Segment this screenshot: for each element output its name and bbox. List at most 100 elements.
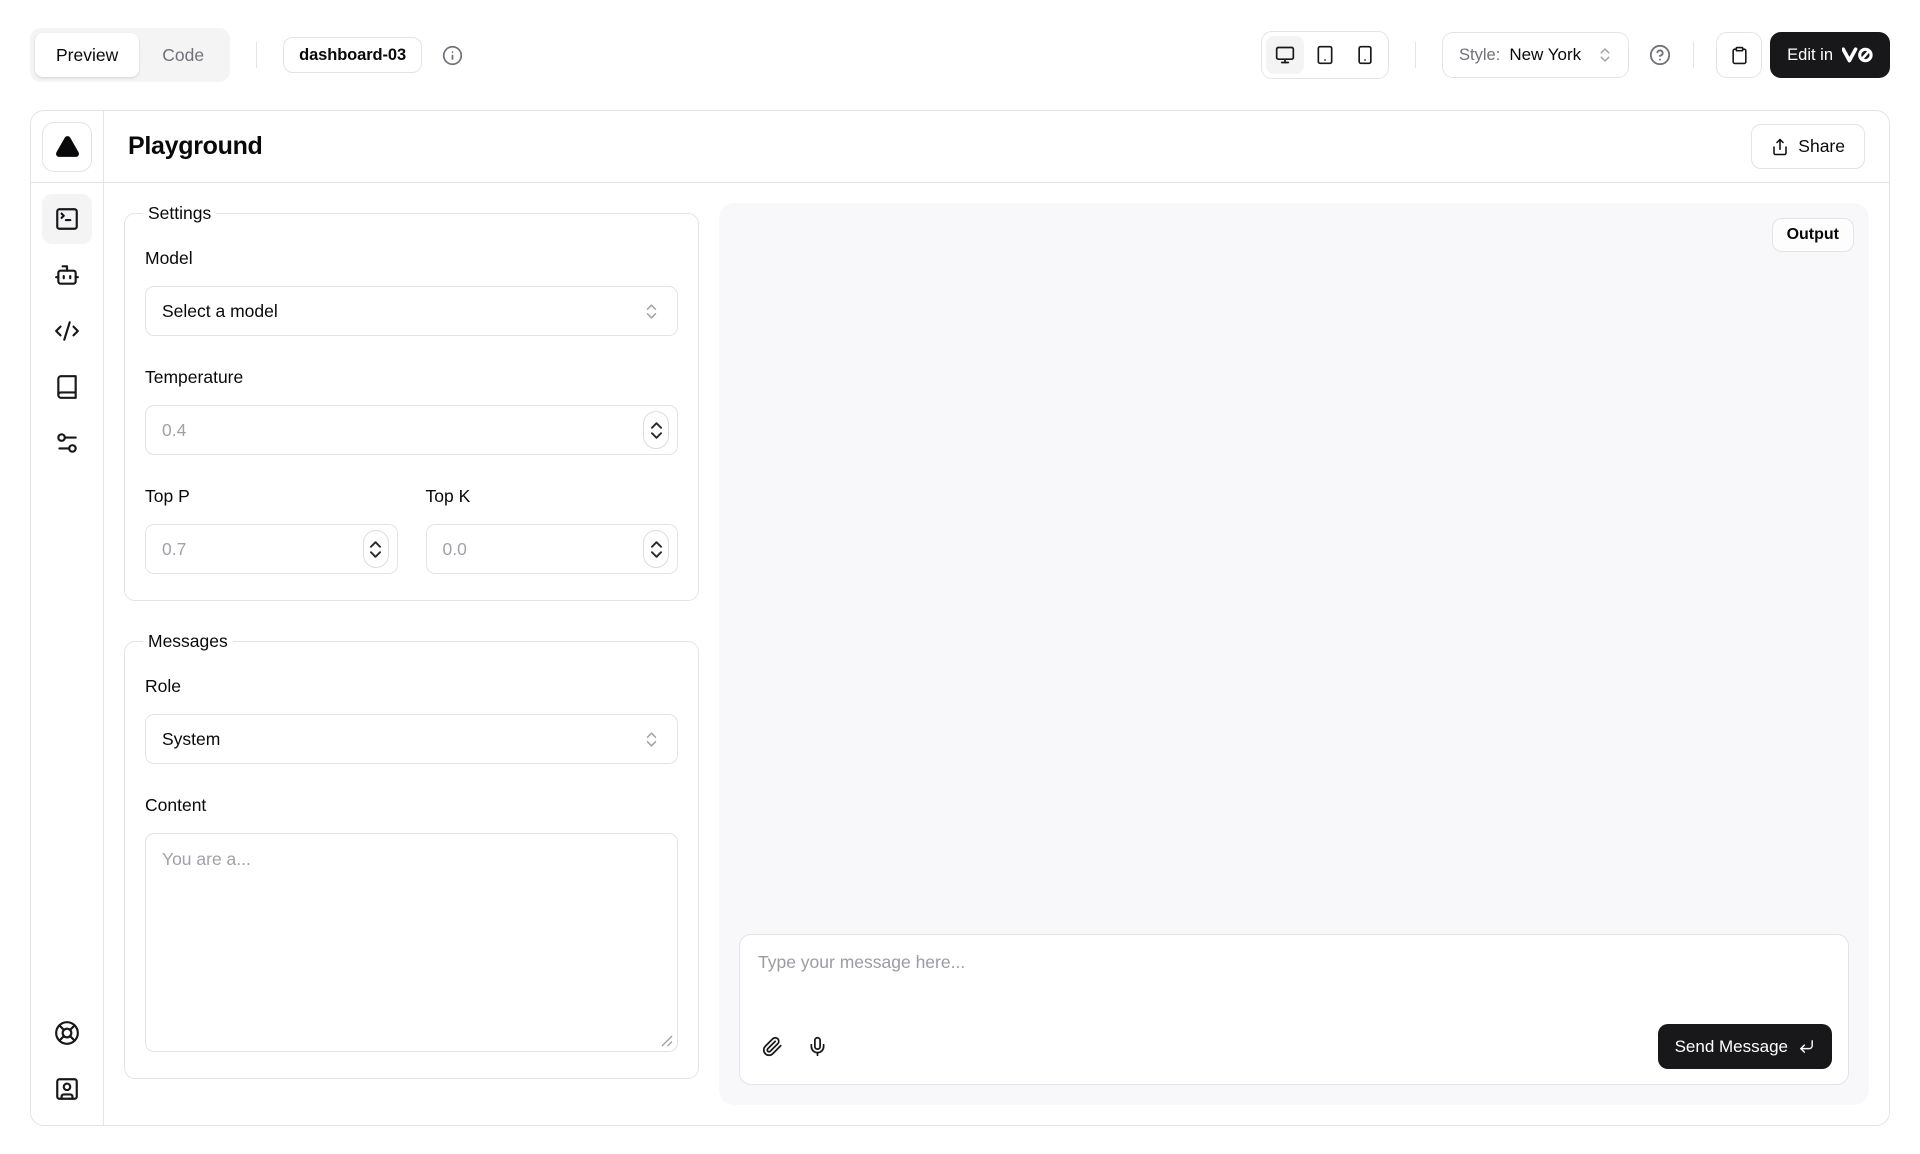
square-terminal-icon	[54, 206, 80, 232]
output-panel: Output	[719, 203, 1869, 1105]
role-field: Role System	[145, 676, 678, 764]
content-field: Content	[145, 795, 678, 1052]
copy-code-button[interactable]	[1716, 32, 1762, 78]
triangle-icon	[55, 134, 80, 159]
model-label: Model	[145, 248, 678, 269]
paperclip-icon	[762, 1036, 783, 1057]
smartphone-icon	[1355, 45, 1375, 65]
model-select-value: Select a model	[162, 301, 278, 322]
tab-code[interactable]: Code	[141, 33, 225, 77]
top-k-label: Top K	[426, 486, 679, 507]
help-button[interactable]	[1649, 44, 1671, 66]
device-desktop-button[interactable]	[1266, 36, 1304, 74]
chevrons-up-down-icon	[642, 302, 661, 321]
separator	[1415, 42, 1416, 68]
temperature-field: Temperature	[145, 367, 678, 455]
block-preview-frame: Playground Share Settings Model Select a…	[30, 110, 1890, 1126]
top-p-input[interactable]	[145, 524, 398, 574]
sidebar-item-help[interactable]	[42, 1008, 92, 1058]
tab-preview[interactable]: Preview	[35, 33, 139, 77]
top-p-top-k-row: Top P Top K	[145, 486, 678, 574]
content-column: Playground Share Settings Model Select a…	[104, 111, 1889, 1125]
messages-legend: Messages	[143, 631, 233, 652]
style-select-label: Style:	[1459, 46, 1500, 65]
send-message-label: Send Message	[1675, 1037, 1788, 1057]
output-badge: Output	[1772, 218, 1854, 252]
device-mobile-button[interactable]	[1346, 36, 1384, 74]
style-select[interactable]: Style: New York	[1442, 32, 1629, 78]
settings-sliders-icon	[54, 430, 80, 456]
role-select-value: System	[162, 729, 220, 750]
microphone-icon	[807, 1036, 828, 1057]
message-input[interactable]	[740, 935, 1848, 1013]
attach-file-button[interactable]	[750, 1024, 795, 1069]
messages-fieldset: Messages Role System Content	[124, 631, 699, 1079]
composer-toolbar: Send Message	[740, 1013, 1848, 1084]
page-header: Playground Share	[104, 111, 1889, 183]
share-button[interactable]: Share	[1751, 124, 1865, 169]
monitor-icon	[1275, 45, 1295, 65]
chevrons-up-down-icon	[1596, 46, 1614, 64]
app-sidebar	[31, 111, 104, 1125]
v0-logo-icon	[1842, 47, 1873, 63]
temperature-label: Temperature	[145, 367, 678, 388]
bot-icon	[54, 262, 80, 288]
temperature-stepper[interactable]	[643, 411, 669, 449]
code-icon	[54, 318, 80, 344]
separator	[1693, 42, 1694, 68]
book-icon	[54, 374, 80, 400]
sidebar-item-account[interactable]	[42, 1064, 92, 1114]
content-label: Content	[145, 795, 678, 816]
style-select-value: New York	[1509, 45, 1581, 65]
top-k-input[interactable]	[426, 524, 679, 574]
sidebar-item-models[interactable]	[42, 250, 92, 300]
top-p-stepper[interactable]	[363, 530, 389, 568]
clipboard-icon	[1730, 46, 1749, 65]
use-microphone-button[interactable]	[795, 1024, 840, 1069]
model-field: Model Select a model	[145, 248, 678, 336]
top-k-stepper[interactable]	[643, 530, 669, 568]
corner-down-left-icon	[1798, 1038, 1815, 1055]
home-logo-button[interactable]	[42, 122, 92, 172]
message-composer: Send Message	[739, 934, 1849, 1085]
sidebar-logo-section	[31, 111, 103, 183]
sidebar-item-playground[interactable]	[42, 194, 92, 244]
top-k-field: Top K	[426, 486, 679, 574]
separator	[256, 42, 257, 68]
settings-fieldset: Settings Model Select a model Temperatur…	[124, 203, 699, 601]
settings-legend: Settings	[143, 203, 216, 224]
share-icon	[1771, 138, 1789, 156]
sidebar-bottom-nav	[31, 997, 103, 1125]
top-p-label: Top P	[145, 486, 398, 507]
tablet-icon	[1315, 45, 1335, 65]
info-button[interactable]	[442, 45, 463, 66]
resize-handle[interactable]	[661, 1035, 673, 1047]
page-title: Playground	[128, 132, 263, 161]
device-tablet-button[interactable]	[1306, 36, 1344, 74]
preview-toolbar: Preview Code dashboard-03	[0, 0, 1920, 110]
square-user-icon	[54, 1076, 80, 1102]
share-button-label: Share	[1798, 136, 1845, 157]
top-p-field: Top P	[145, 486, 398, 574]
role-label: Role	[145, 676, 678, 697]
toolbar-left-group: Preview Code dashboard-03	[30, 28, 463, 82]
view-tab-group: Preview Code	[30, 28, 230, 82]
content-textarea[interactable]	[145, 833, 678, 1052]
edit-in-v0-button[interactable]: Edit in	[1770, 32, 1890, 78]
block-name-badge: dashboard-03	[283, 37, 422, 73]
temperature-input[interactable]	[145, 405, 678, 455]
sidebar-nav	[31, 183, 103, 479]
help-circle-icon	[1649, 44, 1671, 66]
model-select[interactable]: Select a model	[145, 286, 678, 336]
edit-in-v0-label: Edit in	[1787, 46, 1833, 65]
device-toggle-group	[1261, 31, 1389, 79]
sidebar-item-settings[interactable]	[42, 418, 92, 468]
sidebar-item-documentation[interactable]	[42, 362, 92, 412]
chevrons-up-down-icon	[642, 730, 661, 749]
toolbar-right-group: Style: New York Edit in	[1261, 31, 1890, 79]
sidebar-item-api[interactable]	[42, 306, 92, 356]
configuration-form: Settings Model Select a model Temperatur…	[124, 203, 699, 1105]
send-message-button[interactable]: Send Message	[1658, 1024, 1832, 1069]
role-select[interactable]: System	[145, 714, 678, 764]
info-icon	[442, 45, 463, 66]
